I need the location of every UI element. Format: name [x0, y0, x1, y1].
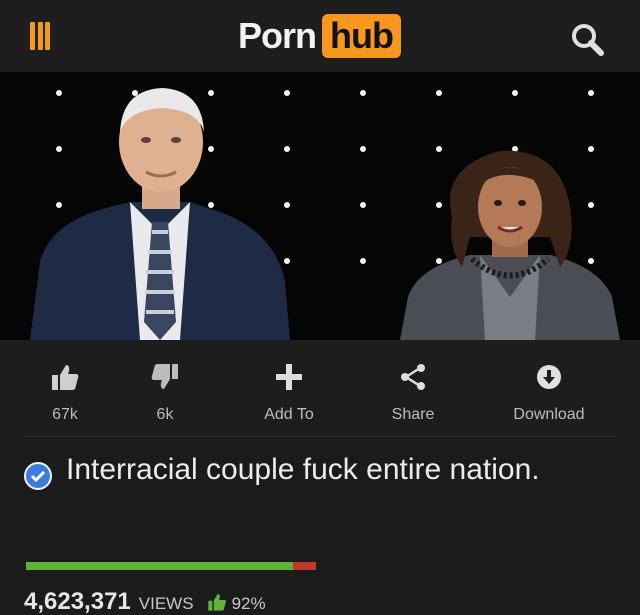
thumbs-up-icon [52, 365, 79, 390]
background-light-dot [360, 258, 366, 264]
dislike-button[interactable]: 6k [110, 360, 220, 424]
add-to-label: Add To [264, 406, 314, 423]
thumbs-down-icon [151, 364, 178, 389]
action-bar: 67k 6k Add To Share Download [0, 340, 640, 436]
download-button[interactable]: Download [494, 360, 604, 424]
background-light-dot [588, 90, 594, 96]
background-light-dot [512, 90, 518, 96]
share-icon [401, 364, 425, 390]
woman-in-blazer [400, 150, 620, 340]
menu-icon[interactable] [30, 22, 50, 50]
background-light-dot [360, 202, 366, 208]
views-label: VIEWS [138, 594, 194, 613]
logo-text-left: Porn [238, 15, 317, 56]
download-icon [537, 365, 561, 389]
man-in-suit [30, 88, 290, 340]
add-to-button[interactable]: Add To [234, 360, 344, 424]
download-label: Download [513, 406, 585, 423]
video-title[interactable]: Interracial couple fuck entire nation. [66, 452, 606, 488]
thumbs-up-icon [207, 594, 226, 611]
background-light-dot [360, 146, 366, 152]
plus-icon [276, 364, 302, 390]
rating-percent: 92% [231, 594, 266, 613]
background-light-dot [436, 90, 442, 96]
logo-text-right: hub [322, 14, 401, 58]
video-thumbnail[interactable] [0, 72, 640, 340]
top-bar: Porn hub [0, 0, 640, 72]
divider [24, 436, 616, 437]
share-button[interactable]: Share [358, 360, 468, 424]
verified-check-icon [24, 462, 52, 490]
share-label: Share [391, 406, 435, 423]
dislike-count: 6k [156, 406, 174, 423]
view-count: 4,623,371 [24, 588, 131, 615]
site-logo[interactable]: Porn hub [238, 14, 401, 58]
rating-bar-fill [26, 562, 293, 570]
like-count: 67k [52, 406, 78, 423]
video-stats: 4,623,371 VIEWS 92% [24, 588, 266, 615]
like-button[interactable]: 67k [10, 360, 120, 424]
search-icon[interactable] [568, 22, 608, 58]
background-light-dot [360, 90, 366, 96]
rating-bar [26, 562, 316, 570]
